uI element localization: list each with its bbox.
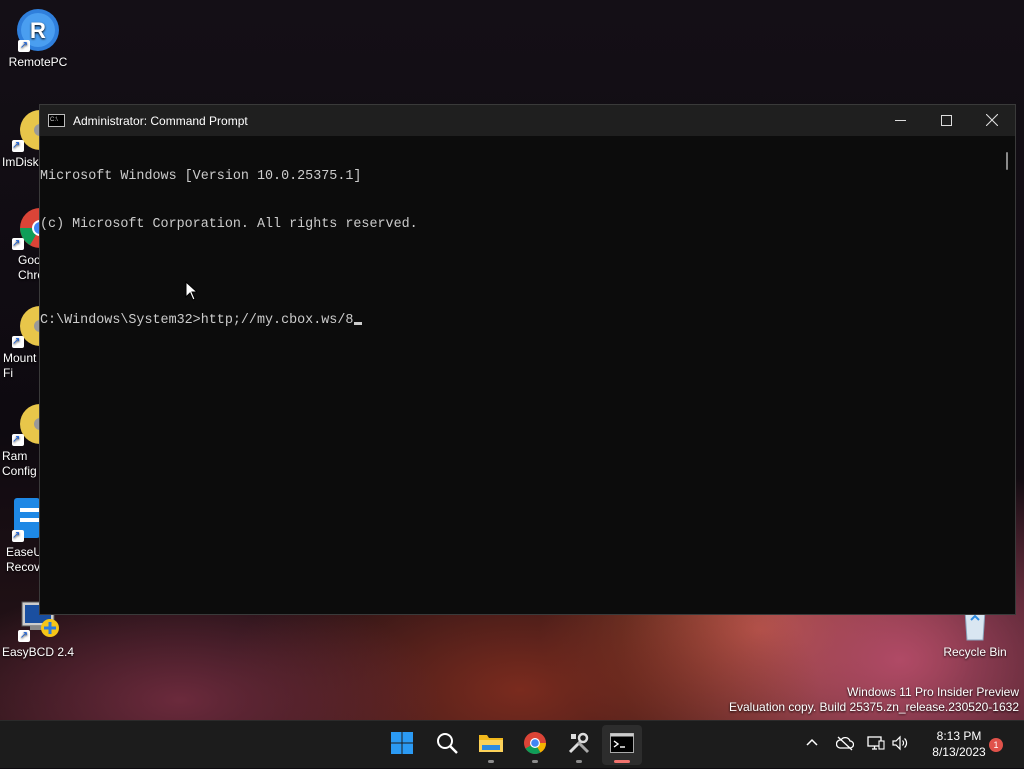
window-title: Administrator: Command Prompt — [73, 113, 248, 128]
mouse-pointer-icon — [185, 280, 199, 306]
easeus-icon: ↗ — [12, 498, 40, 542]
scrollbar-thumb[interactable] — [1006, 152, 1008, 170]
network-button[interactable] — [867, 721, 885, 769]
desktop-icon-easeus[interactable]: ↗ EaseU Recov — [0, 498, 40, 575]
onedrive-button[interactable] — [835, 721, 855, 769]
start-button[interactable] — [382, 725, 422, 765]
tools-icon — [567, 731, 591, 760]
console-line: (c) Microsoft Corporation. All rights re… — [40, 217, 418, 232]
file-explorer-button[interactable] — [471, 725, 511, 765]
chrome-icon: ↗ — [12, 206, 40, 250]
console-input[interactable]: C:\Windows\System32>http;//my.cbox.ws/8 — [40, 313, 353, 328]
command-prompt-taskbar-button[interactable] — [602, 725, 642, 765]
notification-badge[interactable]: 1 — [989, 738, 1003, 752]
running-indicator — [488, 760, 494, 763]
desktop-icon-label: RemotePC — [8, 55, 68, 69]
windows-watermark: Windows 11 Pro Insider Preview Evaluatio… — [729, 685, 1019, 715]
desktop-icon-label: Ram Config — [2, 449, 37, 478]
desktop-icon-label: ImDisk Disk I — [2, 155, 40, 169]
desktop-icon-label: Goo Chro — [18, 253, 40, 282]
disk-icon: ↗ — [12, 304, 40, 348]
text-cursor — [354, 322, 363, 325]
watermark-line2: Evaluation copy. Build 25375.zn_release.… — [729, 700, 1019, 714]
speaker-icon — [891, 735, 909, 756]
desktop-icon-label: Recycle Bin — [943, 645, 1007, 659]
desktop-icon-chrome[interactable]: ↗ Goo Chro — [0, 206, 40, 283]
search-button[interactable] — [427, 725, 467, 765]
svg-text:R: R — [30, 18, 46, 43]
chrome-icon — [523, 731, 547, 760]
tools-button[interactable] — [559, 725, 599, 765]
console-prompt-line[interactable]: C:\Windows\System32>http;//my.cbox.ws/8 — [40, 313, 1000, 329]
desktop-icon-remotepc[interactable]: R ↗ RemotePC — [0, 8, 76, 69]
terminal-icon — [610, 732, 634, 758]
desktop-icon-mount[interactable]: ↗ Mount Fi — [0, 304, 40, 381]
minimize-button[interactable] — [877, 105, 923, 136]
desktop-icon-label: Mount Fi — [3, 351, 37, 380]
command-prompt-window[interactable]: C:\ Administrator: Command Prompt Micros… — [39, 104, 1016, 615]
watermark-line1: Windows 11 Pro Insider Preview — [847, 685, 1019, 699]
desktop-icon-imdisk[interactable]: ↗ ImDisk Disk I — [0, 108, 40, 170]
desktop-icon-label: EaseU Recov — [6, 545, 40, 574]
chevron-up-icon — [804, 735, 820, 756]
taskbar: 8:13 PM 8/13/2023 1 — [0, 720, 1024, 768]
window-titlebar[interactable]: C:\ Administrator: Command Prompt — [40, 105, 1015, 136]
close-button[interactable] — [969, 105, 1015, 136]
running-indicator — [576, 760, 582, 763]
vertical-scrollbar[interactable] — [999, 136, 1015, 614]
minimize-icon — [894, 113, 906, 129]
show-hidden-icons-button[interactable] — [804, 721, 820, 769]
disk-icon: ↗ — [12, 402, 40, 446]
close-icon — [985, 113, 999, 129]
maximize-button[interactable] — [923, 105, 969, 136]
remotepc-icon: R ↗ — [16, 8, 60, 52]
volume-button[interactable] — [891, 721, 909, 769]
desktop-icon-label: EasyBCD 2.4 — [1, 645, 75, 659]
clock-time: 8:13 PM — [936, 729, 982, 743]
clock-button[interactable]: 8:13 PM 8/13/2023 — [920, 728, 998, 760]
chrome-button[interactable] — [515, 725, 555, 765]
disk-icon: ↗ — [12, 108, 40, 152]
windows-logo-icon — [390, 731, 414, 760]
clock-date: 8/13/2023 — [932, 745, 986, 759]
cmd-icon: C:\ — [48, 114, 65, 127]
running-indicator — [532, 760, 538, 763]
network-icon — [867, 735, 885, 756]
folder-icon — [478, 731, 504, 760]
console-output[interactable]: Microsoft Windows [Version 10.0.25375.1]… — [40, 136, 1000, 614]
maximize-icon — [940, 113, 952, 129]
search-icon — [435, 731, 459, 760]
desktop-icon-ram-config[interactable]: ↗ Ram Config — [0, 402, 40, 479]
cloud-off-icon — [835, 735, 855, 756]
console-line: Microsoft Windows [Version 10.0.25375.1] — [40, 169, 362, 184]
active-indicator — [614, 760, 630, 763]
